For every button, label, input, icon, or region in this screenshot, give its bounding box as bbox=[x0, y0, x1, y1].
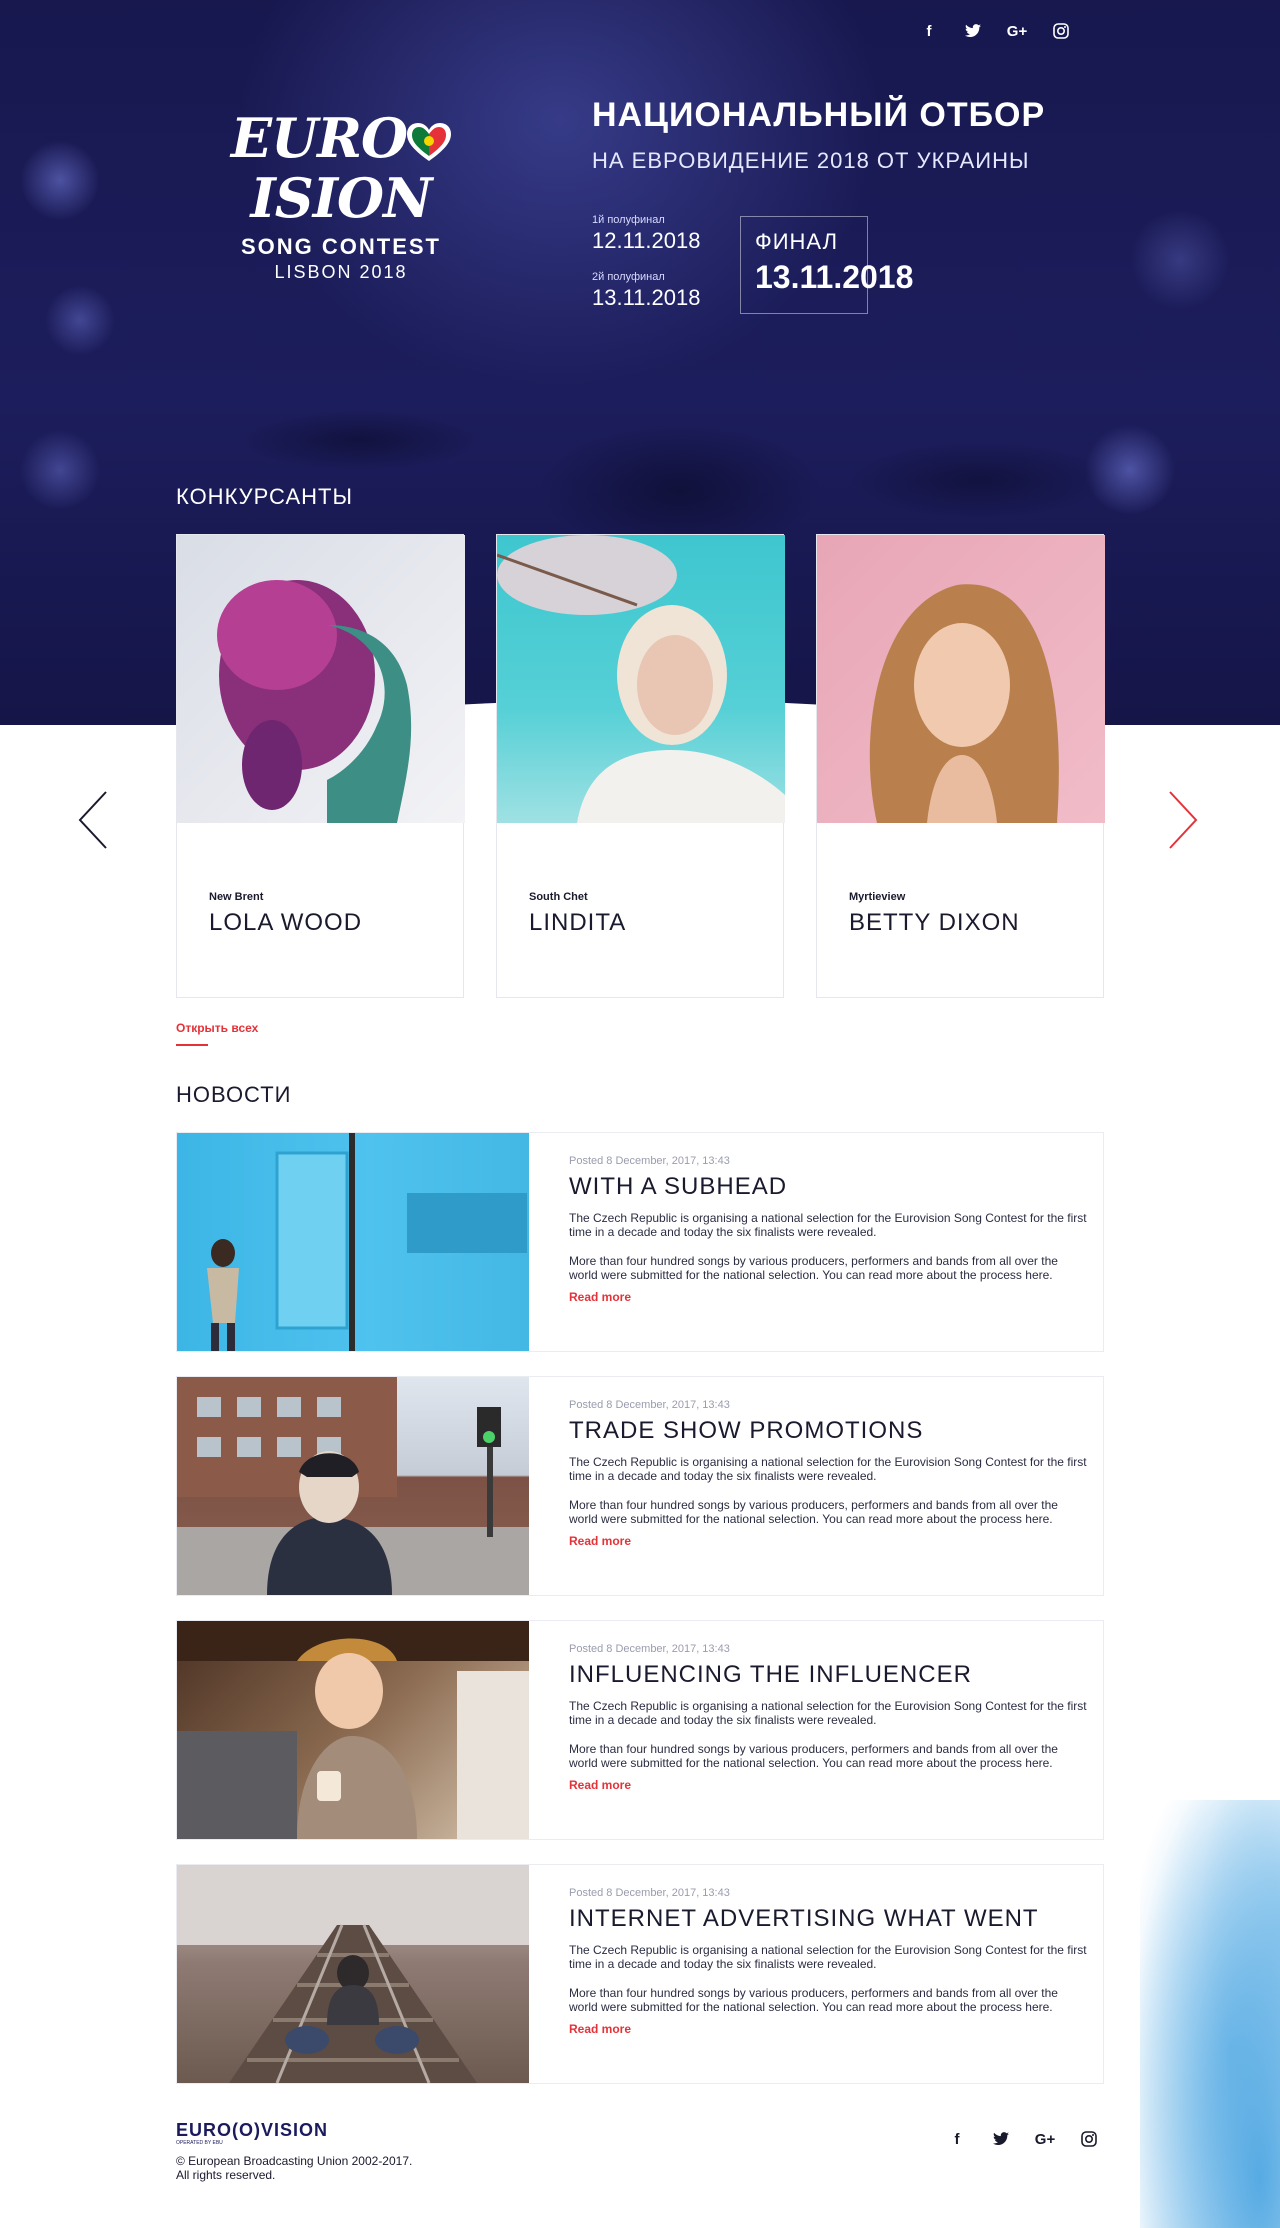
contestant-info: South Chet LINDITA bbox=[497, 823, 783, 937]
open-all-underline bbox=[176, 1044, 208, 1046]
copyright: © European Broadcasting Union 2002-2017.… bbox=[176, 2154, 412, 2182]
thumbnail-art bbox=[207, 1133, 527, 1351]
contestant-info: New Brent LOLA WOOD bbox=[177, 823, 463, 937]
footer-social-links: f G+ bbox=[946, 2128, 1100, 2150]
carousel-prev-arrow-icon[interactable] bbox=[76, 790, 116, 850]
read-more-link[interactable]: Read more bbox=[569, 2022, 1089, 2036]
contestant-card[interactable]: Myrtieview BETTY DIXON bbox=[816, 534, 1105, 998]
news-paragraph: More than four hundred songs by various … bbox=[569, 1986, 1058, 2014]
portrait-silhouette bbox=[217, 580, 412, 823]
news-body: Posted 8 December, 2017, 13:43 WITH A SU… bbox=[529, 1133, 1129, 1351]
contestant-photo bbox=[497, 535, 785, 823]
facebook-icon[interactable]: f bbox=[946, 2128, 968, 2150]
final-label: ФИНАЛ bbox=[755, 229, 839, 254]
thumbnail-art bbox=[177, 1865, 529, 2083]
footer-logo[interactable]: EURO(O)VISION bbox=[176, 2120, 328, 2141]
google-plus-icon[interactable]: G+ bbox=[1034, 2128, 1056, 2150]
header-social-links: f G+ bbox=[918, 20, 1072, 42]
semifinal-1-date: 12.11.2018 bbox=[592, 228, 701, 253]
news-thumbnail bbox=[177, 1621, 529, 1839]
contestant-name: LINDITA bbox=[529, 909, 627, 936]
final-date: 13.11.2018 bbox=[755, 259, 914, 295]
contestants-title: КОНКУРСАНТЫ bbox=[176, 484, 353, 509]
contestant-name: LOLA WOOD bbox=[209, 909, 363, 936]
news-paragraph: The Czech Republic is organising a natio… bbox=[569, 1943, 1087, 1971]
contestant-city: Myrtieview bbox=[849, 891, 906, 903]
logo-city: LISBON 2018 bbox=[274, 262, 408, 282]
news-paragraph: More than four hundred songs by various … bbox=[569, 1254, 1058, 1282]
contestant-card[interactable]: South Chet LINDITA bbox=[496, 534, 785, 998]
instagram-icon[interactable] bbox=[1078, 2128, 1100, 2150]
logo-prefix: EURO bbox=[230, 106, 408, 170]
news-item[interactable]: Posted 8 December, 2017, 13:43 INFLUENCI… bbox=[176, 1620, 1104, 1840]
read-more-link[interactable]: Read more bbox=[569, 1778, 1089, 1792]
news-headline[interactable]: TRADE SHOW PROMOTIONS bbox=[569, 1417, 1089, 1445]
news-body: Posted 8 December, 2017, 13:43 INFLUENCI… bbox=[529, 1621, 1129, 1839]
contestant-info: Myrtieview BETTY DIXON bbox=[817, 823, 1103, 937]
carousel-next-arrow-icon[interactable] bbox=[1166, 790, 1206, 850]
read-more-link[interactable]: Read more bbox=[569, 1290, 1089, 1304]
semifinal-2: 2й полуфинал 13.11.2018 bbox=[592, 271, 700, 311]
news-meta: Posted 8 December, 2017, 13:43 bbox=[569, 1399, 730, 1411]
portrait-silhouette bbox=[869, 584, 1059, 823]
news-thumbnail bbox=[177, 1865, 529, 2083]
news-meta: Posted 8 December, 2017, 13:43 bbox=[569, 1155, 730, 1167]
news-thumbnail bbox=[177, 1133, 529, 1351]
hero-title: НАЦИОНАЛЬНЫЙ ОТБОР bbox=[592, 96, 1046, 134]
contestant-city: South Chet bbox=[529, 891, 588, 903]
news-item[interactable]: Posted 8 December, 2017, 13:43 WITH A SU… bbox=[176, 1132, 1104, 1352]
eurovision-logo[interactable]: EUROISION SONG CONTEST LISBON 2018 bbox=[176, 108, 506, 283]
news-body: Posted 8 December, 2017, 13:43 TRADE SHO… bbox=[529, 1377, 1129, 1595]
news-meta: Posted 8 December, 2017, 13:43 bbox=[569, 1643, 730, 1655]
news-item[interactable]: Posted 8 December, 2017, 13:43 INTERNET … bbox=[176, 1864, 1104, 2084]
read-more-link[interactable]: Read more bbox=[569, 1534, 1089, 1548]
semifinal-1-label: 1й полуфинал bbox=[592, 214, 665, 226]
semifinal-2-label: 2й полуфинал bbox=[592, 271, 665, 283]
news-headline[interactable]: WITH A SUBHEAD bbox=[569, 1173, 1089, 1201]
contestant-photo bbox=[817, 535, 1105, 823]
news-meta: Posted 8 December, 2017, 13:43 bbox=[569, 1887, 730, 1899]
footer-logo-sub: OPERATED BY EBU bbox=[176, 2140, 223, 2146]
twitter-icon[interactable] bbox=[962, 20, 984, 42]
contestant-city: New Brent bbox=[209, 891, 264, 903]
contestant-photo bbox=[177, 535, 465, 823]
facebook-icon[interactable]: f bbox=[918, 20, 940, 42]
news-paragraph: More than four hundred songs by various … bbox=[569, 1498, 1058, 1526]
google-plus-icon[interactable]: G+ bbox=[1006, 20, 1028, 42]
news-paragraph: The Czech Republic is organising a natio… bbox=[569, 1211, 1087, 1239]
hero-subtitle: НА ЕВРОВИДЕНИЕ 2018 ОТ УКРАИНЫ bbox=[592, 148, 1030, 173]
instagram-icon[interactable] bbox=[1050, 20, 1072, 42]
news-thumbnail bbox=[177, 1377, 529, 1595]
twitter-icon[interactable] bbox=[990, 2128, 1012, 2150]
news-title: НОВОСТИ bbox=[176, 1082, 292, 1107]
news-paragraph: The Czech Republic is organising a natio… bbox=[569, 1699, 1087, 1727]
final-box: ФИНАЛ 13.11.2018 bbox=[740, 216, 914, 314]
logo-song-contest: SONG CONTEST bbox=[240, 234, 441, 259]
news-paragraph: The Czech Republic is organising a natio… bbox=[569, 1455, 1087, 1483]
logo-suffix: ISION bbox=[250, 166, 433, 230]
open-all-link[interactable]: Открыть всех bbox=[176, 1021, 258, 1035]
copyright-line: © European Broadcasting Union 2002-2017. bbox=[176, 2154, 413, 2168]
semifinal-1: 1й полуфинал 12.11.2018 bbox=[592, 214, 700, 254]
logo-wordmark: EUROISION bbox=[176, 108, 506, 228]
watercolor-decoration bbox=[1140, 1800, 1280, 2228]
heart-flag-icon bbox=[407, 122, 452, 161]
news-headline[interactable]: INTERNET ADVERTISING WHAT WENT bbox=[569, 1905, 1089, 1933]
semifinal-2-date: 13.11.2018 bbox=[592, 285, 701, 310]
contestant-name: BETTY DIXON bbox=[849, 909, 1020, 936]
contestant-carousel: New Brent LOLA WOOD South Chet LINDITA M… bbox=[176, 534, 1105, 998]
thumbnail-art bbox=[177, 1377, 529, 1595]
contestant-card[interactable]: New Brent LOLA WOOD bbox=[176, 534, 465, 998]
portrait-silhouette bbox=[497, 535, 785, 823]
copyright-line: All rights reserved. bbox=[176, 2168, 276, 2182]
news-item[interactable]: Posted 8 December, 2017, 13:43 TRADE SHO… bbox=[176, 1376, 1104, 1596]
thumbnail-art bbox=[177, 1621, 529, 1839]
news-body: Posted 8 December, 2017, 13:43 INTERNET … bbox=[529, 1865, 1129, 2083]
news-headline[interactable]: INFLUENCING THE INFLUENCER bbox=[569, 1661, 1089, 1689]
news-paragraph: More than four hundred songs by various … bbox=[569, 1742, 1058, 1770]
